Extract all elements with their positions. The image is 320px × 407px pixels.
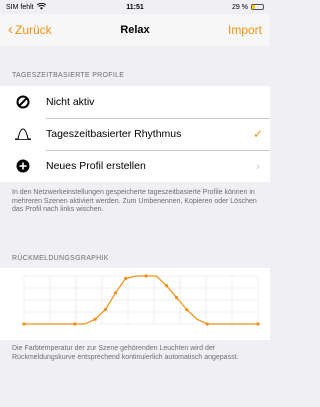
status-right: 29 %	[232, 4, 264, 11]
carrier-label: SIM fehlt	[6, 3, 34, 11]
chart-point	[22, 322, 26, 326]
chart-point	[256, 322, 260, 326]
profile-row-inactive[interactable]: Nicht aktiv	[0, 86, 270, 118]
chart-point	[124, 276, 128, 280]
profiles-list: Nicht aktiv Tageszeitbasierter Rhythmus …	[0, 86, 270, 182]
chevron-right-icon: ›	[256, 161, 260, 173]
status-left: SIM fehlt	[6, 2, 46, 12]
feedback-chart	[0, 268, 270, 340]
chart-point	[164, 284, 169, 288]
add-circle-icon	[0, 159, 46, 173]
profile-label: Tageszeitbasierter Rhythmus	[46, 128, 182, 140]
feedback-section-header: RÜCKMELDUNGSGRAPHIK	[12, 255, 109, 262]
back-label: Zurück	[15, 23, 52, 37]
battery-percent: 29 %	[232, 3, 248, 11]
chart-point	[93, 317, 97, 321]
profiles-footnote: In den Netzwerkeinstellungen gespeichert…	[12, 189, 257, 213]
battery-icon	[251, 4, 264, 10]
profile-row-rhythm[interactable]: Tageszeitbasierter Rhythmus ✓	[0, 118, 270, 150]
profile-row-create[interactable]: Neues Profil erstellen ›	[0, 150, 270, 182]
chart-point	[205, 322, 209, 326]
import-button[interactable]: Import	[228, 23, 262, 37]
chart-point	[185, 308, 189, 312]
chart-point	[113, 291, 118, 295]
chart-point	[175, 296, 179, 300]
checkmark-icon: ✓	[252, 127, 264, 141]
status-bar: SIM fehlt 11:51 29 %	[0, 0, 270, 14]
chart-point	[73, 322, 77, 326]
feedback-chart-svg	[22, 274, 260, 326]
profile-label: Neues Profil erstellen	[46, 160, 146, 172]
back-button[interactable]: ‹ Zurück	[8, 21, 52, 38]
chart-point	[144, 274, 148, 278]
profile-label: Nicht aktiv	[46, 96, 95, 108]
profiles-section-header: TAGESZEITBASIERTE PROFILE	[12, 72, 125, 79]
wifi-icon	[36, 2, 46, 12]
feedback-footnote: Die Farbtemperatur der zur Szene gehören…	[12, 345, 239, 361]
rhythm-curve-icon	[0, 128, 46, 140]
chevron-left-icon: ‹	[8, 21, 13, 38]
chart-point	[103, 308, 107, 312]
disabled-icon	[0, 95, 46, 109]
navigation-bar: ‹ Zurück Relax Import	[0, 14, 270, 46]
